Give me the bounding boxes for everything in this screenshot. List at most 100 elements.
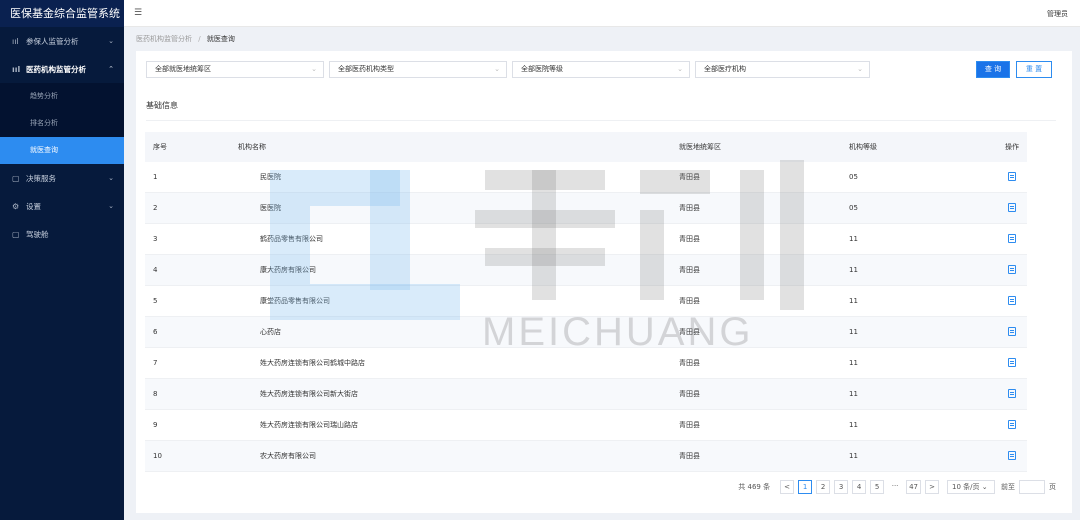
view-detail-icon[interactable]: [1008, 388, 1016, 398]
jump-page-input[interactable]: [1019, 480, 1045, 494]
filter-level-select[interactable]: 全部医院等级 ⌄: [512, 61, 690, 78]
page-button[interactable]: 4: [852, 480, 867, 494]
table-row: 6 心药店 青田县 11: [145, 317, 1027, 348]
filter-type-select[interactable]: 全部医药机构类型 ⌄: [329, 61, 507, 78]
redaction-mask: [238, 359, 260, 367]
institution-name: 民医院: [260, 173, 281, 181]
filter-institution-select[interactable]: 全部医疗机构 ⌄: [695, 61, 870, 78]
chevron-down-icon: ⌄: [108, 174, 114, 182]
redaction-mask: [238, 421, 260, 429]
bar-chart-icon: ııl: [12, 36, 19, 46]
sidebar-item-cockpit[interactable]: ▢ 驾驶舱: [0, 220, 124, 248]
query-button[interactable]: 查 询: [976, 61, 1010, 78]
hamburger-icon[interactable]: ☰: [134, 8, 142, 18]
redaction-mask: [238, 328, 260, 336]
sidebar-item-decision[interactable]: ▢ 决策服务 ⌄: [0, 164, 124, 192]
view-detail-icon[interactable]: [1008, 295, 1016, 305]
column-header-action: 操作: [1005, 143, 1019, 151]
cell-area: 青田县: [679, 359, 700, 367]
filter-institution-value: 全部医疗机构: [704, 65, 746, 73]
page-button[interactable]: 47: [906, 480, 921, 494]
cell-name: 康堂药品零售有限公司: [230, 296, 671, 306]
section-divider: [146, 120, 1056, 121]
sidebar-item-insured-analysis[interactable]: ııl 参保人监管分析 ⌄: [0, 27, 124, 55]
chevron-down-icon: ⌄: [857, 65, 863, 73]
filter-area-value: 全部就医地统筹区: [155, 65, 211, 73]
institution-name: 心药店: [260, 328, 281, 336]
redaction-mask: [238, 452, 260, 460]
page-button[interactable]: 5: [870, 480, 885, 494]
view-detail-icon[interactable]: [1008, 171, 1016, 181]
table-row: 1 民医院 青田县 05: [145, 162, 1027, 193]
cell-area: 青田县: [679, 235, 700, 243]
cell-level: 11: [849, 297, 858, 305]
sidebar-subitem-medical-query[interactable]: 就医查询: [0, 137, 124, 164]
chevron-down-icon: ⌄: [494, 65, 500, 73]
view-detail-icon[interactable]: [1008, 326, 1016, 336]
table-row: 2 医医院 青田县 05: [145, 193, 1027, 224]
view-detail-icon[interactable]: [1008, 264, 1016, 274]
sidebar-subitem-trend[interactable]: 趋势分析: [0, 83, 124, 110]
table-body: 1 民医院 青田县 05 2 医医院 青田县 05 3 鹤药品零售有限公司 青田县 11 4 康大药房有限…: [145, 162, 1027, 472]
table-row: 7 姓大药房连锁有限公司鹤城中路店 青田县 11: [145, 348, 1027, 379]
section-title: 基础信息: [146, 101, 178, 110]
chevron-down-icon: ⌄: [311, 65, 317, 73]
redaction-mask: [238, 297, 260, 305]
breadcrumb: 医药机构监管分析 / 就医查询: [136, 34, 235, 44]
next-page-button[interactable]: >: [925, 480, 939, 494]
sidebar-item-label: 决策服务: [26, 173, 56, 183]
reset-button[interactable]: 重 置: [1016, 61, 1052, 78]
sidebar-item-institution-analysis[interactable]: ııl 医药机构监管分析 ⌃: [0, 55, 124, 83]
cell-name: 康大药房有限公司: [230, 265, 671, 275]
view-detail-icon[interactable]: [1008, 450, 1016, 460]
page-button[interactable]: 2: [816, 480, 831, 494]
redaction-mask: [238, 266, 260, 274]
view-detail-icon[interactable]: [1008, 357, 1016, 367]
pagination-total: 共 469 条: [738, 483, 771, 491]
redaction-mask: [238, 235, 260, 243]
sidebar-item-settings[interactable]: ⚙ 设置 ⌄: [0, 192, 124, 220]
cell-action: [997, 326, 1027, 338]
view-detail-icon[interactable]: [1008, 233, 1016, 243]
prev-page-button[interactable]: <: [780, 480, 795, 494]
view-detail-icon[interactable]: [1008, 202, 1016, 212]
table-row: 5 康堂药品零售有限公司 青田县 11: [145, 286, 1027, 317]
cell-no: 4: [153, 266, 158, 274]
cell-area: 青田县: [679, 452, 700, 460]
page-button[interactable]: 1: [798, 480, 813, 494]
cell-level: 11: [849, 390, 858, 398]
sidebar-subitem-ranking[interactable]: 排名分析: [0, 110, 124, 137]
sidebar-item-label: 参保人监管分析: [26, 36, 79, 46]
page-size-select[interactable]: 10 条/页 ⌄: [947, 480, 995, 494]
table-row: 4 康大药房有限公司 青田县 11: [145, 255, 1027, 286]
breadcrumb-separator: /: [198, 35, 201, 43]
breadcrumb-parent[interactable]: 医药机构监管分析: [136, 35, 192, 43]
page-size-value: 10 条/页: [952, 483, 980, 491]
cell-no: 5: [153, 297, 158, 305]
cell-no: 2: [153, 204, 158, 212]
cell-no: 3: [153, 235, 158, 243]
page-ellipsis[interactable]: ···: [888, 480, 903, 494]
cell-no: 1: [153, 173, 158, 181]
cell-action: [997, 264, 1027, 276]
cell-action: [997, 388, 1027, 400]
filter-area-select[interactable]: 全部就医地统筹区 ⌄: [146, 61, 324, 78]
cell-no: 9: [153, 421, 158, 429]
cell-level: 11: [849, 328, 858, 336]
cell-area: 青田县: [679, 328, 700, 336]
page-button[interactable]: 3: [834, 480, 849, 494]
cell-action: [997, 295, 1027, 307]
institution-name: 姓大药房连锁有限公司鹤城中路店: [260, 359, 365, 367]
cell-action: [997, 171, 1027, 183]
gear-icon: ⚙: [12, 201, 20, 211]
user-name[interactable]: 管理员: [1047, 9, 1068, 19]
jump-label: 前至: [1001, 483, 1015, 491]
institution-name: 姓大药房连锁有限公司瑞山路店: [260, 421, 358, 429]
view-detail-icon[interactable]: [1008, 419, 1016, 429]
cell-name: 鹤药品零售有限公司: [230, 234, 671, 244]
redaction-mask: [238, 390, 260, 398]
breadcrumb-current: 就医查询: [206, 35, 235, 43]
cell-name: 心药店: [230, 327, 671, 337]
top-header: ☰ 管理员: [124, 0, 1080, 27]
cell-level: 11: [849, 359, 858, 367]
